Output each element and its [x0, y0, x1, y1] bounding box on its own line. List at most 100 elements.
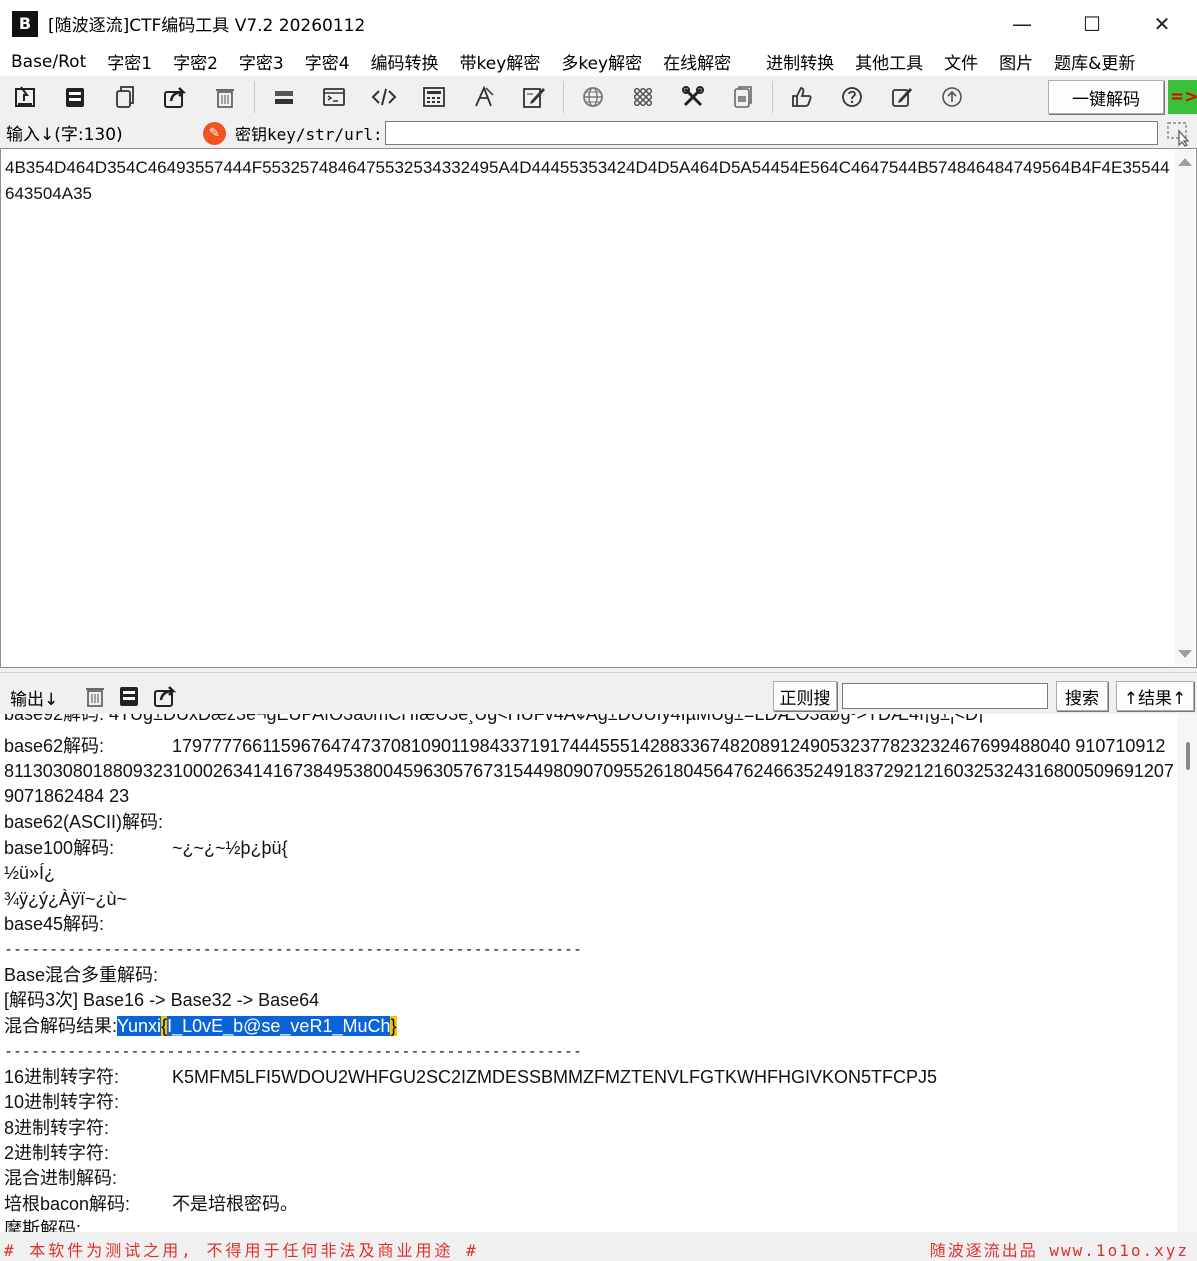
- base100-value: ~¿~¿~½þ¿þü{: [172, 838, 288, 858]
- window-controls: — ☐ ✕: [987, 0, 1197, 47]
- help-icon[interactable]: [827, 76, 877, 118]
- upload-icon[interactable]: [927, 76, 977, 118]
- oct-label: 8进制转字符:: [4, 1118, 110, 1138]
- menu-cipher1[interactable]: 字密1: [96, 49, 162, 74]
- font-icon[interactable]: [459, 76, 509, 118]
- menu-radix[interactable]: 进制转换: [755, 49, 844, 74]
- pencil-icon[interactable]: [877, 76, 927, 118]
- grid-icon[interactable]: [618, 76, 668, 118]
- run-arrow-button[interactable]: =>: [1168, 80, 1197, 114]
- calculator-icon[interactable]: [409, 76, 459, 118]
- base62-ascii-label: base62(ASCII)解码:: [4, 812, 164, 832]
- input-scrollbar[interactable]: [1175, 150, 1195, 666]
- search-button[interactable]: 搜索: [1056, 681, 1108, 711]
- scroll-down-icon[interactable]: [1178, 650, 1192, 658]
- share-icon[interactable]: [150, 76, 200, 118]
- app-logo: B: [12, 10, 38, 37]
- menu-multikey-decrypt[interactable]: 多key解密: [550, 49, 652, 74]
- menu-cipher2[interactable]: 字密2: [162, 49, 228, 74]
- menu-image[interactable]: 图片: [988, 49, 1043, 74]
- clear-output-trash-icon[interactable]: [82, 683, 108, 709]
- copy-stack-icon[interactable]: [50, 76, 100, 118]
- input-label: 输入↓(字:130): [6, 125, 123, 145]
- tools-icon[interactable]: [668, 76, 718, 118]
- hex-value: K5MFM5LFI5WDOU2WHFGU2SC2IZMDESSBMMZFMZTE…: [172, 1067, 938, 1087]
- bin-label: 2进制转字符:: [4, 1143, 110, 1163]
- result-button[interactable]: ↑结果↑: [1116, 681, 1194, 711]
- trash-icon[interactable]: [200, 76, 250, 118]
- dec-label: 10进制转字符:: [4, 1092, 120, 1112]
- footer-credit: 随波逐流出品 www.1o1o.xyz: [929, 1241, 1189, 1260]
- base100-label: base100解码:: [4, 838, 115, 858]
- output-line-hex: 16进制转字符: K5MFM5LFI5WDOU2WHFGU2SC2IZMDESS…: [4, 1065, 937, 1090]
- base100-line-2: ½ü»Í¿: [4, 863, 56, 883]
- menu-encoding[interactable]: 编码转换: [360, 49, 449, 74]
- bacon-label: 培根bacon解码:: [4, 1194, 131, 1214]
- title-bar: B [随波逐流]CTF编码工具 V7.2 20260112 — ☐ ✕: [0, 0, 1197, 47]
- output-line-base100: base100解码: ~¿~¿~½þ¿þü{: [4, 836, 288, 861]
- base64-icon[interactable]: [259, 76, 309, 118]
- base100-line-3: ¾ÿ¿ý¿Àÿï~¿ù~: [4, 889, 128, 909]
- window-title: [随波逐流]CTF编码工具 V7.2 20260112: [48, 16, 366, 36]
- menu-base-rot[interactable]: Base/Rot: [0, 52, 96, 72]
- globe-icon[interactable]: [568, 76, 618, 118]
- scroll-up-icon[interactable]: [1178, 158, 1192, 166]
- output-scrollbar[interactable]: [1177, 714, 1197, 1232]
- footer: # 本软件为测试之用, 不得用于任何非法及商业用途 # 随波逐流出品 www.1…: [0, 1232, 1197, 1261]
- copy-output-icon[interactable]: [116, 683, 142, 709]
- bacon-value: 不是培根密码。: [172, 1194, 298, 1214]
- output-label: 输出↓: [10, 690, 59, 710]
- import-icon[interactable]: [0, 76, 50, 118]
- edit-doc-icon[interactable]: [509, 76, 559, 118]
- output-textarea[interactable]: base92解码: 4TUg±DUxÐæz3e¬gEUPAfO3aomCHIæU…: [0, 714, 1197, 1232]
- divider-1: ----------------------------------------…: [4, 940, 582, 958]
- toolbar-separator: [772, 81, 773, 113]
- output-line-mixed-result: 混合解码结果:Yunxi{I_L0vE_b@se_veR1_MuCh}: [4, 1014, 397, 1039]
- maximize-button[interactable]: ☐: [1057, 0, 1127, 47]
- copy-icon[interactable]: [100, 76, 150, 118]
- input-text: 4B354D464D354C46493557444F55325748464755…: [5, 158, 1170, 203]
- terminal-icon[interactable]: [309, 76, 359, 118]
- toolbar-separator: [563, 81, 564, 113]
- key-input[interactable]: [385, 121, 1158, 145]
- menu-cipher3[interactable]: 字密3: [228, 49, 294, 74]
- menu-online-decrypt[interactable]: 在线解密: [652, 49, 741, 74]
- menu-cipher4[interactable]: 字密4: [294, 49, 360, 74]
- minimize-button[interactable]: —: [987, 0, 1057, 47]
- code-icon[interactable]: [359, 76, 409, 118]
- one-click-decode-button[interactable]: 一键解码: [1048, 80, 1164, 114]
- mixed-result-part-c: I_L0vE_b@se_veR1_MuCh: [167, 1016, 391, 1036]
- morse-label: 摩斯解码:: [4, 1219, 82, 1232]
- input-textarea[interactable]: 4B354D464D354C46493557444F55325748464755…: [0, 148, 1197, 668]
- output-line-bacon: 培根bacon解码: 不是培根密码。: [4, 1192, 298, 1217]
- document-icon[interactable]: [718, 76, 768, 118]
- output-line-base92: base92解码: 4TUg±DUxÐæz3e¬gEUPAfO3aomCHIæU…: [4, 714, 985, 724]
- mixed-result-brace-close: }: [390, 1016, 397, 1036]
- output-line-base45: base45解码:: [4, 912, 104, 937]
- menu-other-tools[interactable]: 其他工具: [844, 49, 933, 74]
- output-scroll-thumb[interactable]: [1186, 742, 1190, 770]
- regex-search-button[interactable]: 正则搜: [773, 681, 837, 711]
- menu-file[interactable]: 文件: [933, 49, 988, 74]
- base45-label: base45解码:: [4, 914, 105, 934]
- key-label: 密钥key/str/url:: [235, 125, 383, 144]
- toolbar: [0, 76, 1197, 118]
- mixed-result-label: 混合解码结果:: [4, 1016, 118, 1036]
- close-button[interactable]: ✕: [1127, 0, 1197, 47]
- menu-bar: Base/Rot 字密1 字密2 字密3 字密4 编码转换 带key解密 多ke…: [0, 47, 1197, 76]
- mixed-decode-steps: [解码3次] Base16 -> Base32 -> Base64: [4, 990, 320, 1010]
- select-cursor-icon[interactable]: [1166, 121, 1192, 147]
- footer-disclaimer: # 本软件为测试之用, 不得用于任何非法及商业用途 #: [4, 1241, 479, 1260]
- regex-input[interactable]: [842, 683, 1048, 709]
- key-edit-icon[interactable]: ✎: [203, 122, 226, 145]
- base62-value: 1797777661159676474737081090119843371917…: [4, 736, 1174, 806]
- share-output-icon[interactable]: [152, 683, 178, 709]
- menu-key-decrypt[interactable]: 带key解密: [449, 49, 551, 74]
- menu-update[interactable]: 题库&更新: [1043, 49, 1145, 74]
- toolbar-separator: [254, 81, 255, 113]
- hex-label: 16进制转字符:: [4, 1067, 120, 1087]
- thumbs-up-icon[interactable]: [777, 76, 827, 118]
- divider-2: ----------------------------------------…: [4, 1042, 582, 1060]
- mixed-decode-title: Base混合多重解码:: [4, 965, 159, 985]
- output-line-base62-ascii: base62(ASCII)解码:: [4, 810, 163, 835]
